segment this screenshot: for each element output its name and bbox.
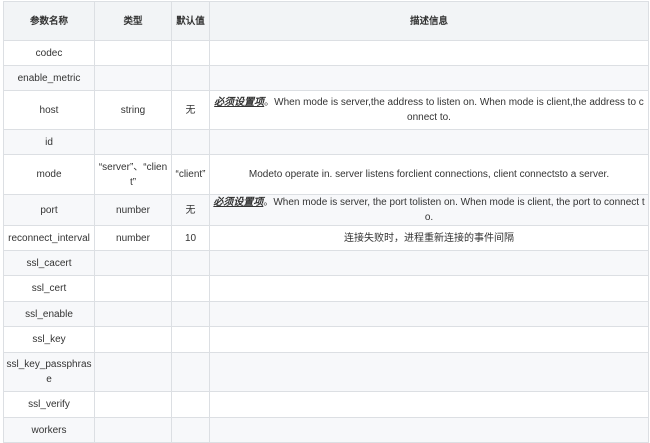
cell-desc xyxy=(209,65,649,91)
params-table: 参数名称 类型 默认值 描述信息 codec enable_metric hos… xyxy=(3,1,649,443)
cell-desc xyxy=(209,129,649,155)
required-label: 必须设置项 xyxy=(213,197,264,208)
cell-name: host xyxy=(3,90,95,130)
cell-name: ssl_cacert xyxy=(3,250,95,276)
cell-desc xyxy=(209,301,649,327)
header-type: 类型 xyxy=(94,1,172,41)
cell-type: number xyxy=(94,194,172,226)
cell-default xyxy=(171,65,210,91)
table-row: codec xyxy=(3,40,649,66)
cell-type xyxy=(94,65,172,91)
cell-name: workers xyxy=(3,417,95,443)
table-row: ssl_key xyxy=(3,326,649,353)
cell-desc xyxy=(209,326,649,353)
required-label: 必须设置项 xyxy=(214,97,265,108)
cell-default xyxy=(171,352,210,392)
cell-default: 无 xyxy=(171,194,210,226)
table-row: ssl_key_passphrase xyxy=(3,352,649,392)
table-row: enable_metric xyxy=(3,65,649,91)
header-desc: 描述信息 xyxy=(209,1,649,41)
cell-type xyxy=(94,417,172,443)
cell-type xyxy=(94,301,172,327)
cell-type xyxy=(94,352,172,392)
cell-type xyxy=(94,250,172,276)
cell-name: mode xyxy=(3,154,95,195)
cell-default xyxy=(171,129,210,155)
cell-name: reconnect_interval xyxy=(3,225,95,251)
cell-default xyxy=(171,417,210,443)
cell-name: ssl_enable xyxy=(3,301,95,327)
cell-name: ssl_key_passphrase xyxy=(3,352,95,392)
cell-default xyxy=(171,391,210,418)
table-row: ssl_verify xyxy=(3,391,649,418)
cell-type xyxy=(94,391,172,418)
cell-type: number xyxy=(94,225,172,251)
cell-default xyxy=(171,250,210,276)
cell-name: ssl_cert xyxy=(3,275,95,302)
table-row: ssl_enable xyxy=(3,301,649,327)
header-name: 参数名称 xyxy=(3,1,95,41)
table-row: host string 无 必须设置项。When mode is server,… xyxy=(3,90,649,130)
header-row: 参数名称 类型 默认值 描述信息 xyxy=(3,1,649,41)
cell-desc xyxy=(209,417,649,443)
cell-desc: 必须设置项。When mode is server, the port toli… xyxy=(209,194,649,226)
desc-text: 。When mode is server, the port tolisten … xyxy=(263,197,645,223)
cell-desc xyxy=(209,275,649,302)
desc-text: Modeto operate in. server listens forcli… xyxy=(248,169,610,180)
cell-type xyxy=(94,275,172,302)
table-row: reconnect_interval number 10 连接失败时，进程重新连… xyxy=(3,225,649,251)
cell-desc: Modeto operate in. server listens forcli… xyxy=(209,154,649,195)
cell-type xyxy=(94,326,172,353)
cell-name: ssl_key xyxy=(3,326,95,353)
cell-name: id xyxy=(3,129,95,155)
table-header: 参数名称 类型 默认值 描述信息 xyxy=(3,1,649,41)
cell-desc xyxy=(209,250,649,276)
table-row: ssl_cacert xyxy=(3,250,649,276)
cell-desc xyxy=(209,352,649,392)
cell-default: “client” xyxy=(171,154,210,195)
table-body: codec enable_metric host string 无 必须设置项。… xyxy=(3,40,649,443)
cell-default: 无 xyxy=(171,90,210,130)
cell-default xyxy=(171,326,210,353)
cell-name: port xyxy=(3,194,95,226)
cell-type: string xyxy=(94,90,172,130)
header-default: 默认值 xyxy=(171,1,210,41)
desc-text: 连接失败时，进程重新连接的事件间隔 xyxy=(344,232,514,244)
cell-type xyxy=(94,40,172,66)
cell-desc xyxy=(209,391,649,418)
cell-desc: 必须设置项。When mode is server,the address to… xyxy=(209,90,649,130)
table-row: ssl_cert xyxy=(3,275,649,302)
desc-text: 。When mode is server,the address to list… xyxy=(264,97,644,123)
params-table-container: 参数名称 类型 默认值 描述信息 codec enable_metric hos… xyxy=(3,1,649,443)
cell-default: 10 xyxy=(171,225,210,251)
cell-desc xyxy=(209,40,649,66)
table-row: port number 无 必须设置项。When mode is server,… xyxy=(3,194,649,226)
cell-name: enable_metric xyxy=(3,65,95,91)
cell-type: “server”、“client” xyxy=(94,154,172,195)
cell-name: codec xyxy=(3,40,95,66)
cell-default xyxy=(171,40,210,66)
cell-desc: 连接失败时，进程重新连接的事件间隔 xyxy=(209,225,649,251)
cell-default xyxy=(171,301,210,327)
table-row: mode “server”、“client” “client” Modeto o… xyxy=(3,154,649,195)
cell-default xyxy=(171,275,210,302)
cell-type xyxy=(94,129,172,155)
cell-name: ssl_verify xyxy=(3,391,95,418)
table-row: workers xyxy=(3,417,649,443)
table-row: id xyxy=(3,129,649,155)
